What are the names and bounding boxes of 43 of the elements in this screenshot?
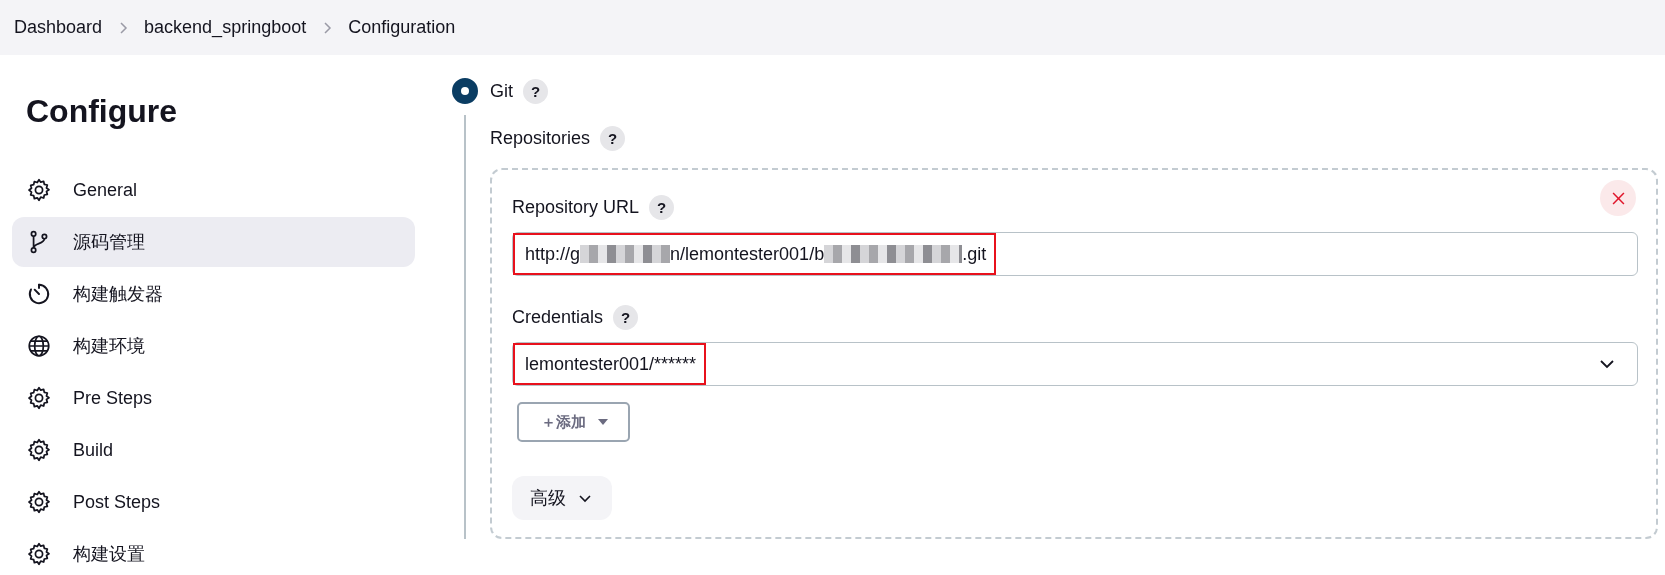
option-label: Git — [490, 80, 513, 102]
sidebar-item[interactable]: Build — [12, 425, 415, 475]
page-title: Configure — [26, 92, 179, 131]
sidebar-item[interactable]: Pre Steps — [12, 373, 415, 423]
help-button[interactable]: ? — [613, 304, 639, 330]
close-button[interactable] — [1600, 180, 1636, 216]
breadcrumb-link[interactable]: Configuration — [348, 17, 456, 38]
breadcrumb-link[interactable]: backend_springboot — [144, 17, 307, 38]
field-label: Repository URL — [512, 196, 640, 218]
sidebar-item[interactable]: 构建设置 — [12, 529, 415, 575]
gear-icon — [26, 541, 52, 567]
field-label: Credentials — [512, 306, 604, 328]
close-icon — [1611, 191, 1625, 205]
select-value: lemontester001/****** — [525, 353, 697, 375]
gear-icon — [26, 177, 52, 203]
advanced-button[interactable]: 高级 — [512, 476, 612, 520]
add-button[interactable]: ＋添加 — [517, 402, 630, 442]
url-field[interactable]: http://g n/lemontester001/b .git — [512, 232, 1638, 276]
help-button[interactable]: ? — [600, 125, 626, 151]
globe-icon — [26, 333, 52, 359]
sidebar-item[interactable]: General — [12, 165, 415, 215]
radio-button[interactable] — [452, 78, 478, 104]
sidebar-item[interactable]: 源码管理 — [12, 217, 415, 267]
sidebar-item[interactable]: Post Steps — [12, 477, 415, 527]
sidebar-item[interactable]: 构建环境 — [12, 321, 415, 371]
chevron-down-icon — [1599, 359, 1615, 369]
chevron-right-icon — [118, 19, 129, 36]
help-button[interactable]: ? — [649, 194, 675, 220]
sidebar-item[interactable]: 构建触发器 — [12, 269, 415, 319]
gear-icon — [26, 489, 52, 515]
url-text: n/lemontester001/b — [670, 243, 825, 265]
chevron-right-icon — [322, 19, 333, 36]
timer-icon — [26, 281, 52, 307]
section-label: Repositories — [490, 127, 591, 149]
breadcrumb-link[interactable]: Dashboard — [14, 17, 103, 38]
gear-icon — [26, 385, 52, 411]
credentials-select[interactable]: lemontester001/****** — [512, 342, 1638, 386]
caret-icon — [598, 419, 608, 425]
url-text: .git — [962, 243, 987, 265]
chevron-down-icon — [578, 493, 592, 503]
help-button[interactable]: ? — [523, 78, 548, 104]
gear-icon — [26, 437, 52, 463]
url-text: http://g — [525, 243, 581, 265]
